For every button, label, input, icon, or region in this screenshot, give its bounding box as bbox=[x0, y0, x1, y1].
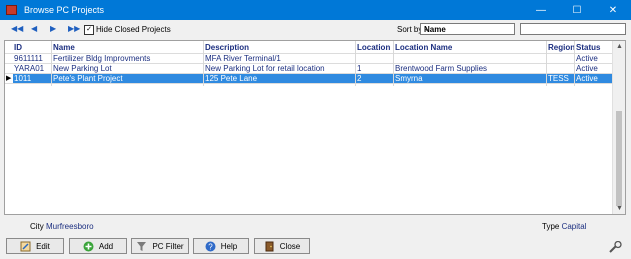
cell-description: New Parking Lot for retail location bbox=[205, 64, 325, 73]
window-title: Browse PC Projects bbox=[24, 5, 105, 15]
svg-text:?: ? bbox=[208, 242, 213, 251]
button-bar: Edit Add PC Filter ? Help Close bbox=[0, 235, 631, 259]
city-value: Murfreesboro bbox=[46, 222, 94, 231]
city-label: City bbox=[30, 222, 44, 231]
pc-filter-button-label: PC Filter bbox=[152, 241, 184, 251]
table-row-selected[interactable]: 1011 Pete's Plant Project 125 Pete Lane … bbox=[13, 74, 613, 83]
pc-filter-button[interactable]: PC Filter bbox=[131, 238, 189, 254]
column-divider bbox=[355, 41, 356, 86]
column-divider bbox=[51, 41, 52, 86]
previous-record-icon[interactable]: ◀ bbox=[31, 24, 37, 33]
column-header-location[interactable]: Location bbox=[357, 43, 390, 52]
column-divider bbox=[574, 41, 575, 86]
sort-by-select[interactable]: Name ⌄ bbox=[420, 23, 515, 35]
sort-by-label: Sort by bbox=[397, 25, 423, 34]
hide-closed-checkbox[interactable]: ✓ bbox=[84, 25, 94, 35]
column-divider bbox=[546, 41, 547, 86]
type-value: Capital bbox=[561, 222, 587, 231]
column-divider bbox=[393, 41, 394, 86]
hide-closed-label[interactable]: Hide Closed Projects bbox=[96, 25, 171, 34]
column-header-status[interactable]: Status bbox=[576, 43, 600, 52]
next-record-icon[interactable]: ▶ bbox=[50, 24, 56, 33]
type-label: Type bbox=[542, 222, 560, 231]
browse-pc-projects-window: Browse PC Projects — ☐ ✕ ◀◀ ◀ ▶ ▶▶ ✓ Hid… bbox=[0, 0, 631, 259]
current-row-indicator-icon: ▶ bbox=[6, 75, 12, 82]
minimize-button[interactable]: — bbox=[523, 0, 559, 20]
column-header-description[interactable]: Description bbox=[205, 43, 249, 52]
toolbar: ◀◀ ◀ ▶ ▶▶ ✓ Hide Closed Projects Sort by… bbox=[0, 20, 631, 39]
first-record-icon[interactable]: ◀◀ bbox=[11, 24, 23, 33]
search-input[interactable] bbox=[520, 23, 626, 35]
table-row[interactable]: 9611111 Fertilizer Bldg Improvments MFA … bbox=[5, 54, 613, 63]
cell-location: 1 bbox=[357, 64, 362, 73]
add-button-label: Add bbox=[98, 241, 114, 251]
close-button-label: Close bbox=[279, 241, 301, 251]
table-row[interactable]: YARA01 New Parking Lot New Parking Lot f… bbox=[5, 64, 613, 73]
title-bar: Browse PC Projects — ☐ ✕ bbox=[0, 0, 631, 20]
add-button[interactable]: Add bbox=[69, 238, 127, 254]
scroll-up-icon[interactable]: ▲ bbox=[616, 43, 623, 50]
cell-id: 9611111 bbox=[14, 54, 43, 63]
help-button[interactable]: ? Help bbox=[193, 238, 249, 254]
door-icon bbox=[265, 241, 274, 251]
maximize-button[interactable]: ☐ bbox=[559, 0, 595, 20]
close-button[interactable]: Close bbox=[254, 238, 310, 254]
scroll-down-icon[interactable]: ▼ bbox=[616, 205, 623, 212]
column-header-region[interactable]: Region bbox=[548, 43, 575, 52]
filter-icon bbox=[137, 241, 147, 251]
cell-status: Active bbox=[576, 64, 598, 73]
tools-icon[interactable] bbox=[609, 241, 622, 253]
column-header-id[interactable]: ID bbox=[14, 43, 22, 52]
projects-grid: ID Name Description Location Location Na… bbox=[4, 40, 626, 215]
city-field: City Murfreesboro bbox=[30, 222, 94, 231]
cell-status: Active bbox=[576, 74, 598, 83]
close-window-button[interactable]: ✕ bbox=[595, 0, 631, 20]
cell-name: Pete's Plant Project bbox=[53, 74, 123, 83]
cell-name: Fertilizer Bldg Improvments bbox=[53, 54, 151, 63]
chevron-down-icon: ⌄ bbox=[424, 24, 431, 33]
cell-description: MFA River Terminal/1 bbox=[205, 54, 281, 63]
column-header-location-name[interactable]: Location Name bbox=[395, 43, 452, 52]
edit-button-label: Edit bbox=[36, 241, 50, 251]
vertical-scrollbar[interactable]: ▲ ▼ bbox=[612, 41, 625, 214]
cell-location-name: Smyrna bbox=[395, 74, 423, 83]
type-field: Type Capital bbox=[542, 222, 586, 231]
cell-id: YARA01 bbox=[14, 64, 45, 73]
scrollbar-thumb[interactable] bbox=[616, 111, 622, 206]
detail-footer: City Murfreesboro Type Capital bbox=[0, 216, 631, 235]
add-icon bbox=[83, 241, 94, 251]
edit-icon bbox=[20, 241, 31, 251]
last-record-icon[interactable]: ▶▶ bbox=[68, 24, 80, 33]
grid-header: ID Name Description Location Location Na… bbox=[5, 41, 613, 53]
column-divider bbox=[203, 41, 204, 86]
cell-id: 1011 bbox=[14, 74, 32, 83]
cell-region: TESS bbox=[548, 74, 569, 83]
cell-description: 125 Pete Lane bbox=[205, 74, 258, 83]
help-icon: ? bbox=[205, 241, 216, 251]
cell-location: 2 bbox=[357, 74, 362, 83]
help-button-label: Help bbox=[220, 241, 238, 251]
cell-status: Active bbox=[576, 54, 598, 63]
edit-button[interactable]: Edit bbox=[6, 238, 64, 254]
row-divider bbox=[5, 83, 613, 84]
cell-name: New Parking Lot bbox=[53, 64, 112, 73]
column-header-name[interactable]: Name bbox=[53, 43, 75, 52]
app-icon bbox=[6, 5, 17, 15]
cell-location-name: Brentwood Farm Supplies bbox=[395, 64, 488, 73]
